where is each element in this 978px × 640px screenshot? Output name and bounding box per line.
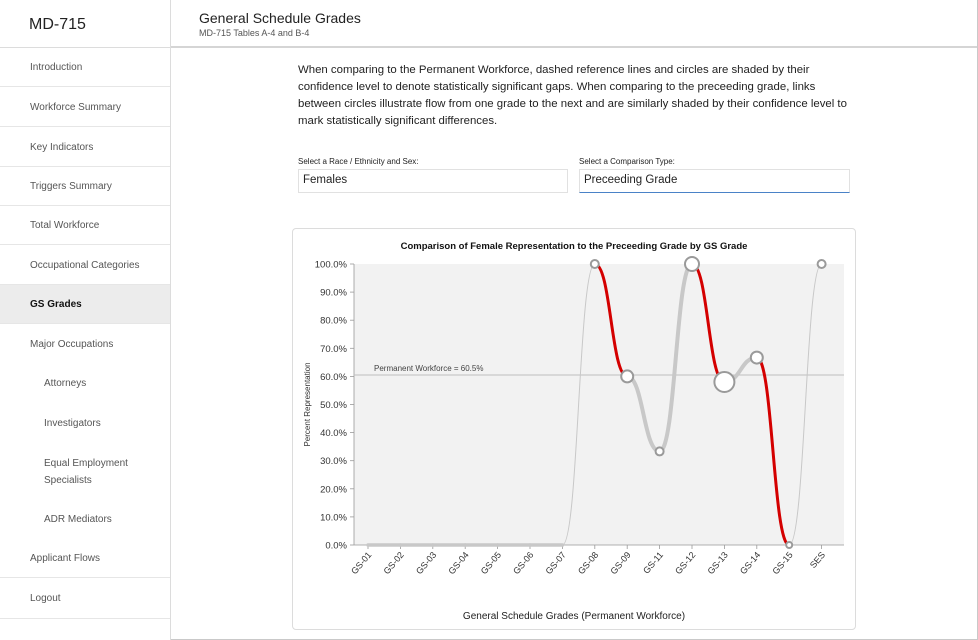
app-title: MD-715 — [0, 0, 170, 48]
y-tick-label: 90.0% — [320, 288, 347, 299]
sidebar-item-label: ADR Mediators — [44, 514, 112, 525]
y-tick-label: 100.0% — [315, 260, 348, 271]
x-tick-label: GS-11 — [641, 550, 665, 576]
x-axis-label: General Schedule Grades (Permanent Workf… — [463, 611, 685, 622]
x-tick-label: GS-12 — [673, 550, 697, 576]
x-tick-label: GS-07 — [544, 550, 568, 576]
sidebar-item-label: Triggers Summary — [30, 180, 112, 192]
sidebar-item-label: Total Workforce — [30, 219, 100, 231]
page-subtitle: MD-715 Tables A-4 and B-4 — [199, 28, 310, 38]
sidebar-item-label: Equal Employment Specialists — [44, 457, 128, 486]
x-tick-label: GS-15 — [770, 550, 794, 576]
y-tick-label: 60.0% — [320, 372, 347, 383]
y-axis-label: Percent Representation — [303, 362, 312, 446]
data-point — [620, 369, 635, 384]
data-point — [654, 446, 665, 457]
sidebar-item-logout[interactable]: Logout — [0, 579, 170, 619]
comparison-select-label: Select a Comparison Type: — [579, 157, 675, 166]
y-tick-label: 70.0% — [320, 344, 347, 355]
x-tick-label: GS-01 — [349, 550, 373, 576]
x-tick-label: GS-03 — [414, 550, 438, 576]
y-tick-label: 20.0% — [320, 484, 347, 495]
data-point — [785, 541, 794, 549]
x-tick-label: GS-13 — [706, 550, 730, 576]
sidebar-item-occupational-categories[interactable]: Occupational Categories — [0, 246, 170, 285]
sidebar-item-label: Introduction — [30, 61, 83, 73]
sidebar-item-introduction[interactable]: Introduction — [0, 48, 170, 87]
page-title: General Schedule Grades — [199, 10, 361, 26]
sidebar-item-total-workforce[interactable]: Total Workforce — [0, 206, 170, 245]
sidebar-item-investigators[interactable]: Investigators — [0, 404, 170, 443]
data-point — [713, 371, 736, 394]
y-tick-label: 50.0% — [320, 400, 347, 411]
reference-line-label: Permanent Workforce = 60.5% — [374, 364, 483, 373]
sidebar-item-label: Major Occupations — [30, 339, 114, 350]
data-point — [684, 256, 700, 272]
x-tick-label: GS-04 — [446, 550, 470, 576]
comparison-type-select[interactable]: Preceeding Grade — [579, 169, 850, 193]
sidebar-item-label: GS Grades — [30, 298, 82, 310]
sidebar-item-key-indicators[interactable]: Key Indicators — [0, 128, 170, 167]
sidebar-item-applicant-flows[interactable]: Applicant Flows — [0, 539, 170, 578]
sidebar-item-major-occupations[interactable]: Major Occupations — [0, 325, 170, 364]
y-tick-label: 0.0% — [325, 541, 347, 552]
y-tick-label: 40.0% — [320, 428, 347, 439]
data-point — [816, 259, 827, 269]
sidebar-item-gs-grades[interactable]: GS Grades — [0, 285, 170, 324]
y-tick-label: 30.0% — [320, 456, 347, 467]
sidebar: MD-715 Introduction Workforce Summary Key … — [0, 0, 171, 640]
grade-chart: Comparison of Female Representation to t… — [303, 241, 844, 622]
chart-title: Comparison of Female Representation to t… — [401, 241, 748, 252]
sidebar-item-label: Logout — [30, 593, 61, 604]
plot-background — [354, 264, 844, 545]
x-tick-label: GS-08 — [576, 550, 600, 576]
x-tick-label: GS-05 — [479, 550, 503, 576]
data-point — [749, 350, 764, 365]
sidebar-item-attorneys[interactable]: Attorneys — [0, 364, 170, 403]
sidebar-item-label: Applicant Flows — [30, 552, 101, 564]
x-tick-label: GS-14 — [738, 550, 762, 576]
race-ethnicity-select[interactable]: Females — [298, 169, 568, 193]
x-tick-label: GS-06 — [511, 550, 535, 576]
page-header: General Schedule Grades MD-715 Tables A-… — [171, 0, 977, 48]
sidebar-item-label: Workforce Summary — [30, 101, 121, 113]
sidebar-item-label: Investigators — [44, 418, 101, 429]
y-tick-label: 10.0% — [320, 512, 347, 523]
x-tick-label: GS-09 — [608, 550, 632, 576]
sidebar-item-label: Key Indicators — [30, 141, 94, 153]
sidebar-item-workforce-summary[interactable]: Workforce Summary — [0, 88, 170, 127]
sidebar-item-equal-employment-specialists[interactable]: Equal Employment Specialists — [0, 443, 170, 500]
x-tick-label: GS-02 — [382, 550, 406, 576]
description-text: When comparing to the Permanent Workforc… — [298, 64, 847, 127]
x-tick-label: SES — [808, 550, 827, 570]
sidebar-item-triggers-summary[interactable]: Triggers Summary — [0, 167, 170, 206]
sidebar-item-adr-mediators[interactable]: ADR Mediators — [0, 500, 170, 539]
sidebar-item-label: Attorneys — [44, 378, 87, 389]
y-tick-label: 80.0% — [320, 316, 347, 327]
race-select-label: Select a Race / Ethnicity and Sex: — [298, 157, 419, 166]
data-point — [589, 259, 600, 269]
sidebar-item-label: Occupational Categories — [30, 259, 140, 271]
